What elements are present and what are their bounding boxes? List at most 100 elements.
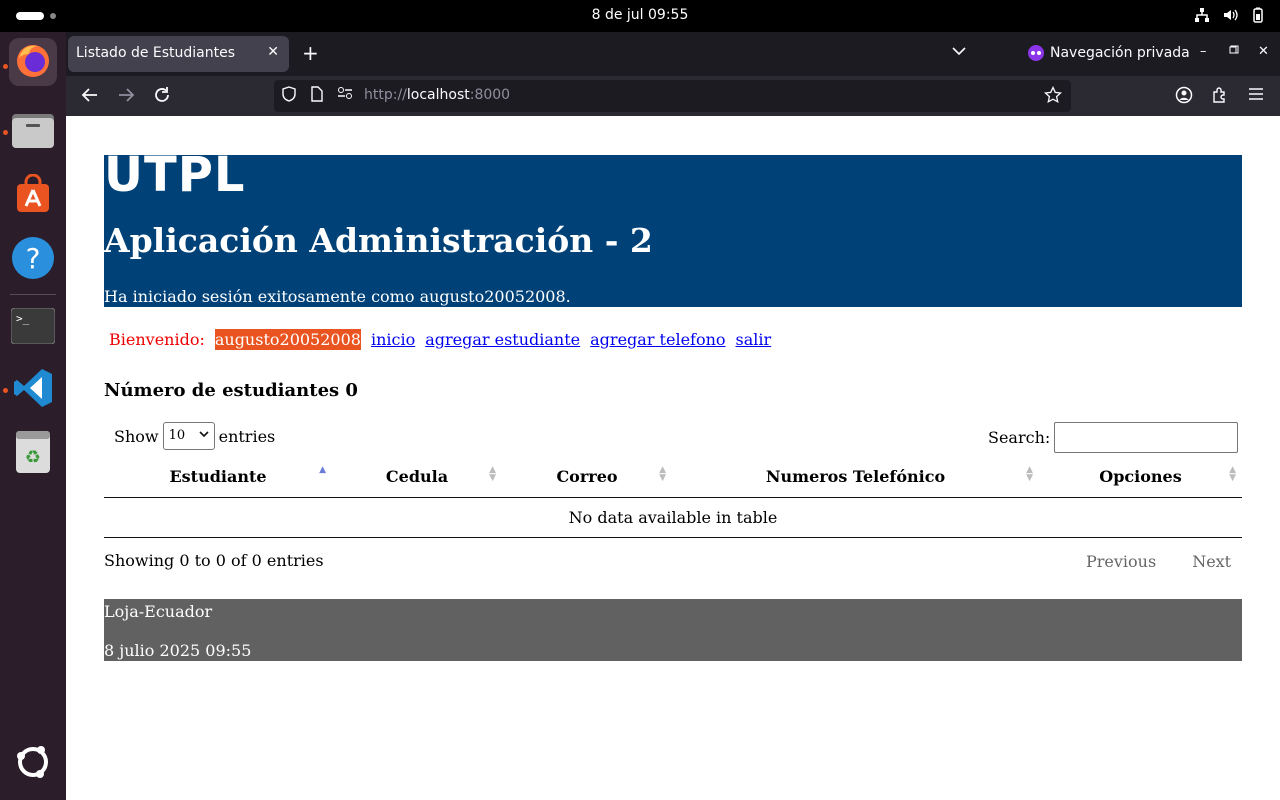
username-badge: augusto20052008 bbox=[214, 329, 361, 350]
search-input[interactable] bbox=[1054, 422, 1239, 453]
maximize-icon[interactable] bbox=[1229, 44, 1239, 59]
network-icon bbox=[1194, 7, 1210, 23]
column-label: Numeros Telefónico bbox=[765, 466, 946, 486]
sort-ascending-icon: ▲ ▼ bbox=[319, 465, 326, 483]
files-icon bbox=[11, 110, 55, 154]
list-tabs-icon[interactable] bbox=[952, 44, 966, 60]
dock-app-center[interactable] bbox=[9, 172, 57, 220]
web-page: UTPL Aplicación Administración - 2 Ha in… bbox=[66, 116, 1280, 800]
browser-window: Listado de Estudiantes ✕ + Navegación pr… bbox=[66, 32, 1280, 800]
close-window-icon[interactable]: ✕ bbox=[1258, 44, 1269, 59]
help-icon: ? bbox=[11, 236, 55, 284]
forward-icon[interactable] bbox=[116, 86, 136, 106]
table-row: No data available in table bbox=[104, 497, 1242, 538]
welcome-label: Bienvenido: bbox=[109, 330, 205, 349]
next-button[interactable]: Next bbox=[1192, 552, 1231, 571]
show-label: Show bbox=[114, 426, 159, 446]
menu-icon[interactable] bbox=[1246, 86, 1266, 106]
svg-text:♻: ♻ bbox=[25, 447, 41, 468]
column-label: Correo bbox=[556, 466, 618, 486]
ubuntu-icon bbox=[13, 742, 53, 786]
running-indicator bbox=[3, 388, 8, 393]
bookmark-star-icon[interactable] bbox=[1044, 85, 1062, 104]
link-salir[interactable]: salir bbox=[736, 330, 772, 349]
url-bar[interactable]: http://localhost:8000 bbox=[274, 80, 1071, 112]
url-port: :8000 bbox=[469, 87, 511, 103]
navigation-toolbar: http://localhost:8000 bbox=[66, 76, 1280, 116]
dock-separator bbox=[10, 294, 56, 295]
extensions-icon[interactable] bbox=[1210, 86, 1230, 106]
page-length-value: 10 bbox=[168, 428, 186, 443]
link-inicio[interactable]: inicio bbox=[371, 330, 415, 349]
private-browsing-indicator: Navegación privada bbox=[1028, 45, 1190, 61]
terminal-icon: >_ bbox=[10, 307, 56, 348]
close-tab-icon[interactable]: ✕ bbox=[267, 44, 279, 60]
entries-label: entries bbox=[218, 426, 276, 446]
column-label: Opciones bbox=[1099, 466, 1182, 486]
reload-icon[interactable] bbox=[152, 86, 172, 106]
clock[interactable]: 8 de jul 09:55 bbox=[0, 7, 1280, 23]
login-message: Ha iniciado sesión exitosamente como aug… bbox=[104, 287, 571, 306]
firefox-icon bbox=[13, 40, 53, 84]
page-length-select[interactable]: 10 bbox=[162, 422, 215, 450]
tracking-protection-icon[interactable] bbox=[280, 86, 298, 104]
footer-datetime: 8 julio 2025 09:55 bbox=[104, 641, 252, 660]
link-agregar-estudiante[interactable]: agregar estudiante bbox=[425, 330, 580, 349]
app-center-icon bbox=[13, 173, 53, 218]
page-footer: Loja-Ecuador 8 julio 2025 09:55 bbox=[104, 599, 1242, 661]
battery-icon bbox=[1250, 7, 1266, 23]
dock-files[interactable] bbox=[9, 108, 57, 156]
url-text[interactable]: http://localhost:8000 bbox=[364, 87, 510, 103]
svg-text:>_: >_ bbox=[16, 312, 30, 325]
vscode-icon bbox=[12, 367, 54, 413]
column-label: Estudiante bbox=[169, 466, 267, 486]
page-title: Aplicación Administración - 2 bbox=[104, 221, 653, 260]
trash-icon: ♻ bbox=[14, 429, 52, 479]
dock-firefox[interactable] bbox=[9, 38, 57, 86]
account-icon[interactable] bbox=[1174, 86, 1194, 106]
dock-help[interactable]: ? bbox=[9, 236, 57, 284]
column-header-cedula[interactable]: Cedula ▲ ▼ bbox=[332, 456, 502, 498]
search-label: Search: bbox=[988, 428, 1051, 447]
back-icon[interactable] bbox=[80, 86, 100, 106]
minimize-icon[interactable]: – bbox=[1200, 44, 1207, 59]
dock-show-apps[interactable] bbox=[9, 740, 57, 788]
page-length-control: Show 10 entries bbox=[114, 422, 275, 450]
link-agregar-telefono[interactable]: agregar telefono bbox=[590, 330, 725, 349]
column-header-correo[interactable]: Correo ▲ ▼ bbox=[502, 456, 672, 498]
volume-icon bbox=[1222, 7, 1238, 23]
permissions-icon[interactable] bbox=[336, 86, 354, 104]
private-browsing-label: Navegación privada bbox=[1050, 45, 1190, 61]
pagination: Previous Next bbox=[1086, 552, 1231, 571]
sort-icon: ▲ ▼ bbox=[1026, 465, 1033, 483]
new-tab-icon[interactable]: + bbox=[302, 43, 319, 63]
column-header-numeros-telefonico[interactable]: Numeros Telefónico ▲ ▼ bbox=[672, 456, 1039, 498]
system-tray[interactable] bbox=[1194, 7, 1266, 23]
table-info: Showing 0 to 0 of 0 entries bbox=[104, 551, 324, 570]
students-table: Estudiante ▲ ▼ Cedula ▲ ▼ Correo ▲ ▼ Numero… bbox=[104, 456, 1242, 538]
column-header-estudiante[interactable]: Estudiante ▲ ▼ bbox=[104, 456, 332, 498]
sort-icon: ▲ ▼ bbox=[489, 465, 496, 483]
tab-listado-estudiantes[interactable]: Listado de Estudiantes ✕ bbox=[68, 36, 289, 72]
page-header: UTPL Aplicación Administración - 2 Ha in… bbox=[104, 147, 1242, 307]
page-icon bbox=[308, 86, 326, 104]
chevron-down-icon bbox=[199, 428, 209, 441]
dock-vscode[interactable] bbox=[9, 366, 57, 414]
nav-menu: Bienvenido: augusto20052008 inicio agreg… bbox=[109, 329, 771, 350]
previous-button[interactable]: Previous bbox=[1086, 552, 1156, 571]
sort-icon: ▲ ▼ bbox=[1229, 465, 1236, 483]
dock-terminal[interactable]: >_ bbox=[9, 304, 57, 352]
dock: ? >_ ♻ bbox=[0, 32, 66, 800]
empty-table-message: No data available in table bbox=[104, 497, 1242, 538]
private-mask-icon bbox=[1028, 45, 1044, 61]
dock-trash[interactable]: ♻ bbox=[9, 430, 57, 478]
utpl-logo: UTPL bbox=[104, 147, 246, 203]
student-count-heading: Número de estudiantes 0 bbox=[104, 380, 358, 401]
tab-bar: Listado de Estudiantes ✕ + Navegación pr… bbox=[66, 32, 1280, 76]
system-top-bar: 8 de jul 09:55 bbox=[0, 0, 1280, 32]
column-header-opciones[interactable]: Opciones ▲ ▼ bbox=[1039, 456, 1242, 498]
sort-icon: ▲ ▼ bbox=[659, 465, 666, 483]
running-indicator bbox=[3, 64, 8, 69]
url-scheme: http:// bbox=[364, 87, 407, 103]
search-control: Search: bbox=[988, 422, 1239, 453]
